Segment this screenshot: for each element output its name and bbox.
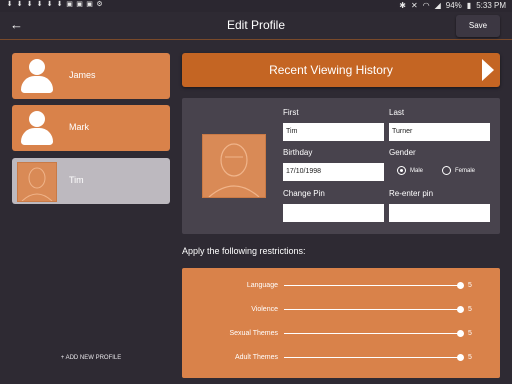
save-button[interactable]: Save	[456, 15, 500, 37]
image-icon: ▣	[66, 1, 73, 8]
change-pin-field[interactable]	[283, 204, 384, 222]
profile-name: James	[69, 70, 96, 80]
battery-percent: 94%	[445, 1, 462, 10]
slider-thumb[interactable]	[456, 354, 464, 361]
profile-photo-large[interactable]	[202, 134, 266, 198]
restriction-row-adult-themes: Adult Themes 5	[182, 348, 500, 366]
slider-track[interactable]	[284, 285, 460, 286]
last-name-field[interactable]: Turner	[389, 123, 490, 141]
restriction-label: Language	[246, 282, 278, 289]
restriction-row-violence: Violence 5	[182, 300, 500, 318]
download-icon: ⬇	[16, 1, 23, 8]
battery-icon: ▮	[466, 1, 472, 10]
download-icon: ⬇	[56, 1, 63, 8]
reenter-pin-field[interactable]	[389, 204, 490, 222]
birthday-field[interactable]: 17/10/1998	[283, 163, 384, 181]
download-icon: ⬇	[46, 1, 53, 8]
restriction-value: 5	[468, 282, 472, 289]
profile-name: Mark	[69, 122, 89, 132]
signal-icon: ◢	[434, 1, 441, 10]
restriction-value: 5	[468, 306, 472, 313]
gender-male-radio[interactable]	[397, 166, 406, 175]
bluetooth-icon: ✱	[399, 1, 406, 10]
change-pin-label: Change Pin	[283, 189, 325, 198]
wifi-icon: ◠	[422, 1, 430, 10]
restriction-row-language: Language 5	[182, 276, 500, 294]
reenter-pin-label: Re-enter pin	[389, 189, 434, 198]
app-bar: ← Edit Profile Save	[0, 12, 512, 40]
restrictions-heading: Apply the following restrictions:	[182, 246, 306, 256]
page-title: Edit Profile	[226, 18, 286, 32]
chevron-right-icon	[482, 59, 494, 81]
status-bar: ⬇ ⬇ ⬇ ⬇ ⬇ ⬇ ▣ ▣ ▣ ⚙ ✱ ✕ ◠ ◢ 94% ▮ 5:33 P…	[0, 0, 512, 12]
add-new-profile-link[interactable]: + ADD NEW PROFILE	[12, 354, 170, 362]
profile-card-james[interactable]: James	[12, 53, 170, 99]
profile-name: Tim	[69, 175, 84, 185]
avatar-icon	[18, 57, 56, 95]
gender-female-radio[interactable]	[442, 166, 451, 175]
clock: 5:33 PM	[476, 1, 506, 10]
settings-icon: ⚙	[96, 1, 103, 8]
download-icon: ⬇	[6, 1, 13, 8]
profile-card-tim[interactable]: Tim	[12, 158, 170, 204]
first-name-field[interactable]: Tim	[283, 123, 384, 141]
restriction-label: Violence	[251, 306, 278, 313]
gender-female-label: Female	[455, 168, 476, 174]
slider-thumb[interactable]	[456, 330, 464, 337]
download-icon: ⬇	[36, 1, 43, 8]
profile-photo	[17, 162, 57, 202]
gender-male-label: Male	[410, 168, 424, 174]
restriction-label: Adult Themes	[234, 354, 278, 361]
restriction-label: Sexual Themes	[229, 330, 278, 337]
mute-icon: ✕	[410, 1, 418, 10]
slider-track[interactable]	[284, 309, 460, 310]
first-name-label: First	[283, 108, 299, 117]
slider-track[interactable]	[284, 333, 460, 334]
recent-viewing-history-label: Recent Viewing History	[269, 63, 393, 77]
birthday-label: Birthday	[283, 148, 313, 157]
slider-thumb[interactable]	[456, 282, 464, 289]
profile-card-mark[interactable]: Mark	[12, 105, 170, 151]
last-name-label: Last	[389, 108, 405, 117]
restrictions-panel: Language 5 Violence 5 Sexual Themes 5 Ad…	[182, 268, 500, 378]
profile-form: First Tim Last Turner Birthday 17/10/199…	[182, 98, 500, 234]
avatar-icon	[18, 109, 56, 147]
recent-viewing-history-button[interactable]: Recent Viewing History	[182, 53, 500, 87]
gender-label: Gender	[389, 148, 416, 157]
download-icon: ⬇	[26, 1, 33, 8]
image-icon: ▣	[86, 1, 93, 8]
slider-thumb[interactable]	[456, 306, 464, 313]
slider-track[interactable]	[284, 357, 460, 358]
image-icon: ▣	[76, 1, 83, 8]
restriction-value: 5	[468, 354, 472, 361]
restriction-value: 5	[468, 330, 472, 337]
restriction-row-sexual-themes: Sexual Themes 5	[182, 324, 500, 342]
